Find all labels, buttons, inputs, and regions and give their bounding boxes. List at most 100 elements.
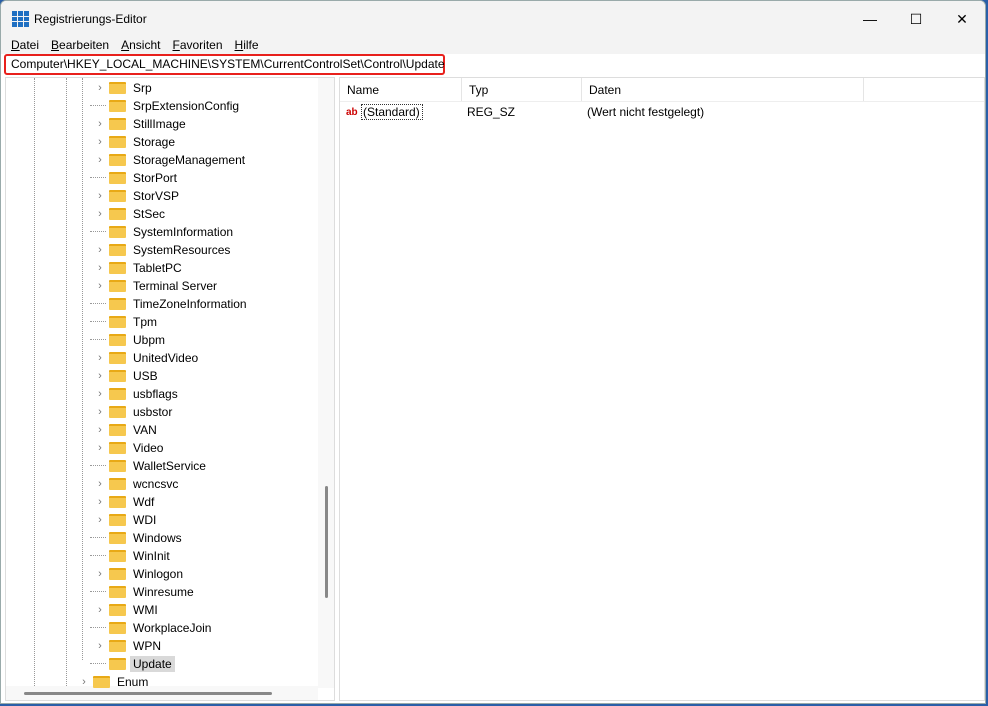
chevron-right-icon[interactable]: › [94,496,106,508]
tree-item-unitedvideo[interactable]: › UnitedVideo [94,349,201,367]
value-row[interactable]: ab (Standard) REG_SZ (Wert nicht festgel… [340,102,984,122]
column-header-data[interactable]: Daten [582,78,864,101]
tree-item-wmi[interactable]: › WMI [94,601,161,619]
menu-bearbeiten[interactable]: Bearbeiten [45,37,115,54]
menu-favoriten[interactable]: Favoriten [166,37,228,54]
tree-item-wcncsvc[interactable]: › wcncsvc [94,475,181,493]
tree-item-windows[interactable]: Windows [90,529,185,547]
tree-item-ubpm[interactable]: Ubpm [90,331,168,349]
tree-item-label: SrpExtensionConfig [133,99,240,113]
tree-item-enum[interactable]: › Enum [78,673,151,691]
tree-connector [90,295,106,304]
tree-item-label: StorageManagement [133,153,246,167]
chevron-right-icon[interactable]: › [94,442,106,454]
chevron-right-icon[interactable]: › [78,676,90,688]
tree-item-wdf[interactable]: › Wdf [94,493,157,511]
values-list[interactable]: Name Typ Daten ab (Standard) REG_SZ (Wer… [339,77,985,701]
tree-item-srp[interactable]: › Srp [94,79,155,97]
registry-key-tree[interactable]: › Srp SrpExtensionConfig › StillImage › Storag… [5,77,335,701]
tree-item-tpm[interactable]: Tpm [90,313,160,331]
tree-item-walletservice[interactable]: WalletService [90,457,209,475]
value-type: REG_SZ [467,105,516,119]
tree-item-terminal-server[interactable]: › Terminal Server [94,277,220,295]
chevron-right-icon[interactable]: › [94,118,106,130]
chevron-right-icon[interactable]: › [94,82,106,94]
tree-item-video[interactable]: › Video [94,439,166,457]
tree-item-label: Windows [133,531,182,545]
folder-icon [109,442,126,454]
tree-item-srpextensionconfig[interactable]: SrpExtensionConfig [90,97,242,115]
tree-item-label: Video [133,441,164,455]
chevron-right-icon[interactable]: › [94,190,106,202]
chevron-right-icon[interactable]: › [94,640,106,652]
address-bar[interactable]: Computer\HKEY_LOCAL_MACHINE\SYSTEM\Curre… [4,54,445,75]
chevron-right-icon[interactable]: › [94,262,106,274]
chevron-right-icon[interactable]: › [94,604,106,616]
tree-item-wdi[interactable]: › WDI [94,511,159,529]
folder-icon [109,334,126,346]
chevron-right-icon[interactable]: › [94,388,106,400]
tree-item-systemresources[interactable]: › SystemResources [94,241,233,259]
chevron-right-icon[interactable]: › [94,568,106,580]
column-header-type[interactable]: Typ [462,78,582,101]
menu-accesskey: H [234,38,244,52]
chevron-right-icon[interactable]: › [94,352,106,364]
tree-item-storage[interactable]: › Storage [94,133,178,151]
tree-item-stillimage[interactable]: › StillImage [94,115,189,133]
chevron-right-icon[interactable]: › [94,424,106,436]
tree-item-winlogon[interactable]: › Winlogon [94,565,186,583]
tree-item-wpn[interactable]: › WPN [94,637,164,655]
tree-item-usbflags[interactable]: › usbflags [94,385,181,403]
tree-item-label: Storage [133,135,176,149]
value-name: (Standard) [361,104,423,120]
chevron-right-icon[interactable]: › [94,514,106,526]
tree-item-label: Winresume [133,585,194,599]
folder-icon [109,460,126,472]
tree-item-systeminformation[interactable]: SystemInformation [90,223,236,241]
folder-icon [109,100,126,112]
chevron-right-icon[interactable]: › [94,406,106,418]
folder-icon [109,496,126,508]
chevron-right-icon[interactable]: › [94,154,106,166]
tree-item-usb[interactable]: › USB [94,367,161,385]
tree-item-storport[interactable]: StorPort [90,169,180,187]
minimize-button[interactable]: — [847,1,893,37]
folder-icon [109,316,126,328]
folder-icon [109,280,126,292]
chevron-right-icon[interactable]: › [94,280,106,292]
tree-item-wininit[interactable]: WinInit [90,547,173,565]
menu-datei[interactable]: Datei [5,37,45,54]
chevron-right-icon[interactable]: › [94,478,106,490]
folder-icon [109,424,126,436]
chevron-right-icon[interactable]: › [94,136,106,148]
tree-vertical-scrollbar[interactable] [318,78,334,688]
chevron-right-icon[interactable]: › [94,244,106,256]
tree-item-tabletpc[interactable]: › TabletPC [94,259,185,277]
menu-hilfe[interactable]: Hilfe [229,37,265,54]
tree-item-label: StorPort [133,171,178,185]
close-button[interactable]: ✕ [939,1,985,37]
column-header-name[interactable]: Name [340,78,462,101]
chevron-right-icon[interactable]: › [94,370,106,382]
scroll-thumb[interactable] [325,486,328,598]
tree-item-storvsp[interactable]: › StorVSP [94,187,182,205]
maximize-button[interactable]: ☐ [893,1,939,37]
tree-item-winresume[interactable]: Winresume [90,583,197,601]
menu-accesskey: A [121,38,130,52]
folder-icon [109,82,126,94]
tree-item-timezoneinformation[interactable]: TimeZoneInformation [90,295,250,313]
menu-ansicht[interactable]: Ansicht [115,37,166,54]
menu-label: ilfe [243,38,259,52]
tree-item-van[interactable]: › VAN [94,421,160,439]
folder-icon [109,604,126,616]
tree-item-stsec[interactable]: › StSec [94,205,168,223]
tree-item-usbstor[interactable]: › usbstor [94,403,175,421]
tree-item-storagemanagement[interactable]: › StorageManagement [94,151,248,169]
tree-horizontal-scrollbar[interactable] [6,686,318,700]
folder-icon [109,352,126,364]
tree-item-workplacejoin[interactable]: WorkplaceJoin [90,619,214,637]
tree-item-update[interactable]: Update [90,655,175,673]
scroll-thumb[interactable] [24,692,272,695]
chevron-right-icon[interactable]: › [94,208,106,220]
tree-item-label: WMI [133,603,158,617]
